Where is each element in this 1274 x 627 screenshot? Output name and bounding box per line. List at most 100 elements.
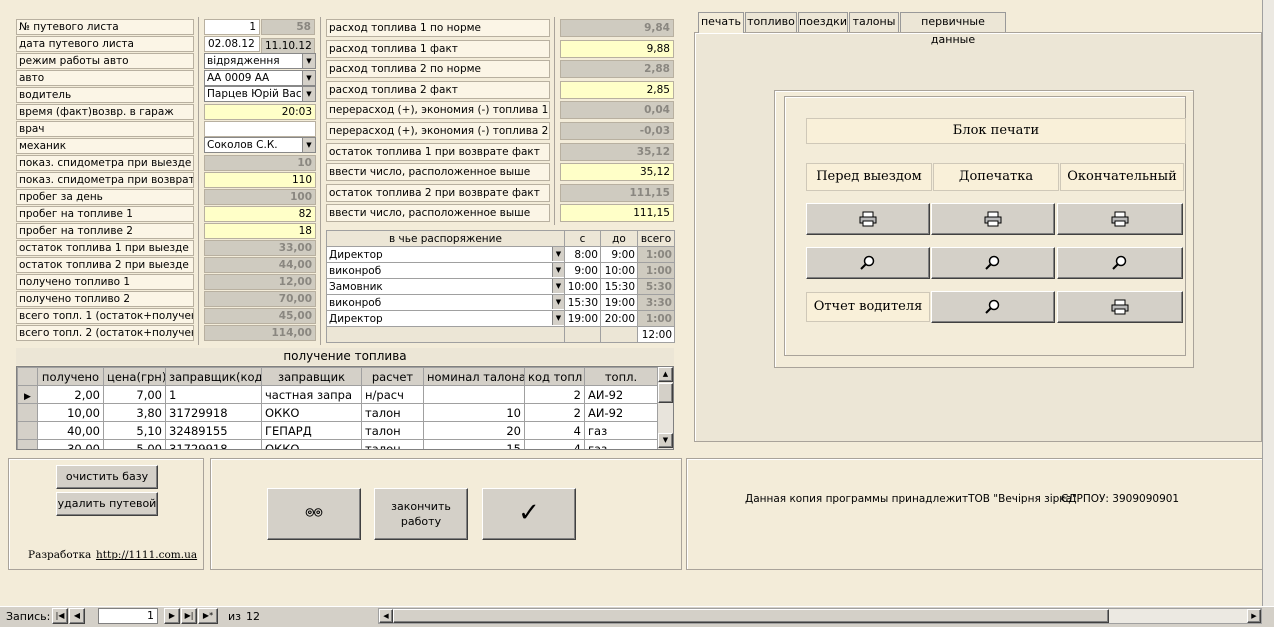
- schedule-from-cell[interactable]: 15:30: [564, 294, 601, 311]
- grid-cell[interactable]: 30,00: [37, 439, 104, 449]
- tab-primary-data[interactable]: первичные данные: [900, 12, 1006, 46]
- doctor-field[interactable]: [204, 121, 316, 137]
- schedule-row[interactable]: виконроб ▼ 9:00 10:00 1:00: [326, 262, 675, 279]
- grid-cell[interactable]: ОККО: [261, 439, 362, 449]
- preview-additional-button[interactable]: [931, 247, 1055, 279]
- tab-fuel[interactable]: топливо: [745, 12, 797, 32]
- developer-link[interactable]: http://1111.com.ua: [96, 549, 197, 561]
- grid-cell[interactable]: 1: [165, 385, 262, 404]
- grid-cell[interactable]: 5,00: [103, 439, 166, 449]
- grid-cell[interactable]: 40,00: [37, 421, 104, 440]
- grid-cell[interactable]: 5,10: [103, 421, 166, 440]
- schedule-row[interactable]: виконроб ▼ 15:30 19:00 3:30: [326, 294, 675, 311]
- auto-select[interactable]: АА 0009 АА ▼: [204, 70, 316, 86]
- grid-cell[interactable]: газ: [584, 421, 658, 440]
- grid-cell[interactable]: 10: [423, 403, 525, 422]
- tab-trips[interactable]: поездки: [798, 12, 848, 32]
- grid-cell[interactable]: 2: [524, 385, 585, 404]
- schedule-from-cell[interactable]: 8:00: [564, 246, 601, 263]
- schedule-to-cell[interactable]: 19:00: [600, 294, 638, 311]
- fuel-value[interactable]: 35,12: [560, 163, 674, 182]
- schedule-to-cell[interactable]: 9:00: [600, 246, 638, 263]
- print-before-departure-button[interactable]: [806, 203, 930, 235]
- schedule-who-cell[interactable]: виконроб ▼: [326, 262, 565, 279]
- confirm-button[interactable]: ✓: [482, 488, 576, 540]
- grid-cell[interactable]: талон: [361, 439, 424, 449]
- chevron-down-icon[interactable]: ▼: [302, 87, 315, 101]
- fuel-receipt-grid[interactable]: получено цена(грн) заправщик(код заправщик р…: [16, 366, 674, 450]
- grid-header[interactable]: заправщик: [261, 367, 362, 386]
- table-row[interactable]: 40,00 5,10 32489155 ГЕПАРД талон 20 4 газ: [17, 421, 658, 440]
- schedule-to-cell[interactable]: 10:00: [600, 262, 638, 279]
- waybill-date-field[interactable]: 02.08.12: [204, 36, 260, 52]
- schedule-from-cell[interactable]: 19:00: [564, 310, 601, 327]
- grid-cell[interactable]: 32489155: [165, 421, 262, 440]
- grid-header[interactable]: номинал талона: [423, 367, 525, 386]
- grid-cell[interactable]: [423, 385, 525, 404]
- grid-cell[interactable]: 4: [524, 421, 585, 440]
- finish-work-button[interactable]: закончить работу: [374, 488, 468, 540]
- chevron-down-icon[interactable]: ▼: [552, 279, 564, 293]
- grid-cell[interactable]: 7,00: [103, 385, 166, 404]
- new-record-icon[interactable]: ▶*: [198, 608, 218, 624]
- chevron-down-icon[interactable]: ▼: [302, 138, 315, 152]
- delete-waybill-button[interactable]: удалить путевой: [56, 492, 158, 516]
- schedule-who-cell[interactable]: Замовник ▼: [326, 278, 565, 295]
- schedule-from-cell[interactable]: 10:00: [564, 278, 601, 295]
- chevron-down-icon[interactable]: ▼: [302, 71, 315, 85]
- grid-cell[interactable]: АИ-92: [584, 403, 658, 422]
- driver-select[interactable]: Парцев Юрій Васи... ▼: [204, 86, 316, 102]
- row-selector[interactable]: [17, 439, 38, 449]
- prev-record-icon[interactable]: ◀: [69, 608, 85, 624]
- mode-select[interactable]: відрядження ▼: [204, 53, 316, 69]
- grid-header[interactable]: получено: [37, 367, 104, 386]
- grid-cell[interactable]: ГЕПАРД: [261, 421, 362, 440]
- table-row[interactable]: 10,00 3,80 31729918 ОККО талон 10 2 АИ-92: [17, 403, 658, 422]
- scroll-thumb[interactable]: [658, 383, 673, 403]
- grid-cell[interactable]: 20: [423, 421, 525, 440]
- preview-driver-report-button[interactable]: [931, 291, 1055, 323]
- mileage-fuel2-field[interactable]: 18: [204, 223, 316, 239]
- chevron-down-icon[interactable]: ▼: [552, 311, 564, 325]
- grid-cell[interactable]: частная запра: [261, 385, 362, 404]
- chevron-down-icon[interactable]: ▼: [552, 247, 564, 261]
- grid-cell[interactable]: 4: [524, 439, 585, 449]
- table-row[interactable]: ▶ 2,00 7,00 1 частная запра н/расч 2 АИ-92: [17, 385, 658, 404]
- row-selector[interactable]: [17, 421, 38, 440]
- return-time-field[interactable]: 20:03: [204, 104, 316, 120]
- schedule-row[interactable]: Директор ▼ 19:00 20:00 1:00: [326, 310, 675, 327]
- grid-header[interactable]: цена(грн): [103, 367, 166, 386]
- grid-cell[interactable]: н/расч: [361, 385, 424, 404]
- last-record-icon[interactable]: ▶|: [181, 608, 197, 624]
- grid-cell[interactable]: 15: [423, 439, 525, 449]
- grid-header[interactable]: заправщик(код: [165, 367, 262, 386]
- grid-cell[interactable]: 3,80: [103, 403, 166, 422]
- schedule-who-cell[interactable]: Директор ▼: [326, 246, 565, 263]
- grid-cell[interactable]: 31729918: [165, 439, 262, 449]
- table-row[interactable]: 30,00 5,00 31729918 ОККО талон 15 4 газ: [17, 439, 658, 449]
- schedule-row[interactable]: Директор ▼ 8:00 9:00 1:00: [326, 246, 675, 263]
- next-record-icon[interactable]: ▶: [164, 608, 180, 624]
- horizontal-scrollbar[interactable]: ◀ ▶: [378, 608, 1262, 624]
- tab-coupons[interactable]: талоны: [849, 12, 899, 32]
- chevron-down-icon[interactable]: ▼: [302, 54, 315, 68]
- odometer-in-field[interactable]: 110: [204, 172, 316, 188]
- grid-cell[interactable]: 2,00: [37, 385, 104, 404]
- print-driver-report-button[interactable]: [1057, 291, 1183, 323]
- grid-cell[interactable]: ОККО: [261, 403, 362, 422]
- scroll-thumb[interactable]: [393, 609, 1109, 623]
- grid-cell[interactable]: талон: [361, 403, 424, 422]
- schedule-who-cell[interactable]: виконроб ▼: [326, 294, 565, 311]
- grid-header[interactable]: расчет: [361, 367, 424, 386]
- grid-cell[interactable]: 2: [524, 403, 585, 422]
- scroll-left-icon[interactable]: ◀: [379, 609, 393, 623]
- grid-cell[interactable]: газ: [584, 439, 658, 449]
- scroll-right-icon[interactable]: ▶: [1247, 609, 1261, 623]
- grid-cell[interactable]: талон: [361, 421, 424, 440]
- tab-print[interactable]: печать: [698, 12, 744, 33]
- row-selector[interactable]: [17, 403, 38, 422]
- print-final-button[interactable]: [1057, 203, 1183, 235]
- clear-db-button[interactable]: очистить базу: [56, 465, 158, 489]
- row-selector[interactable]: ▶: [17, 385, 38, 404]
- record-number-input[interactable]: 1: [98, 608, 158, 624]
